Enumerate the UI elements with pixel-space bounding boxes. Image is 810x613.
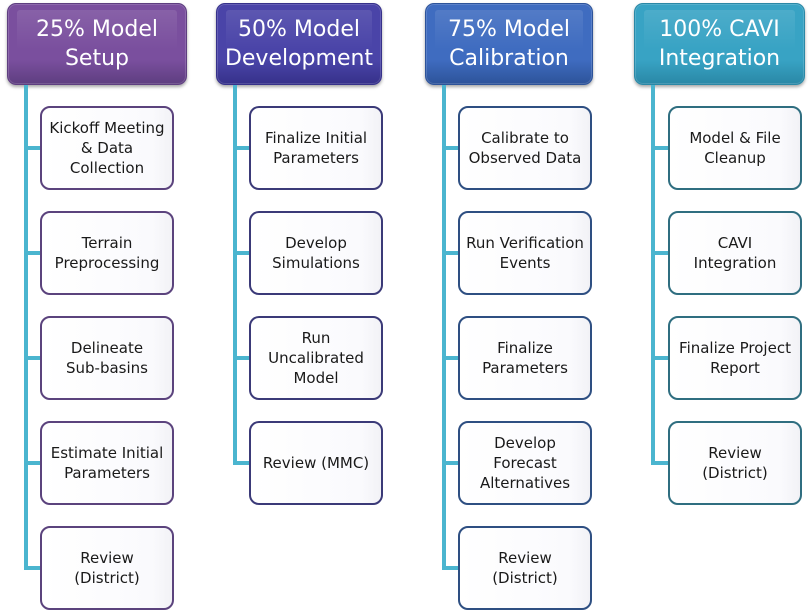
task-box: Develop Simulations — [249, 211, 383, 295]
task-box: Estimate Initial Parameters — [40, 421, 174, 505]
task-box: Model & File Cleanup — [668, 106, 802, 190]
connector-trunk — [651, 85, 655, 465]
connector-branch — [651, 251, 668, 255]
task-box: Run Uncalibrated Model — [249, 316, 383, 400]
task-box: Review (District) — [458, 526, 592, 610]
connector-branch — [24, 146, 40, 150]
task-box: CAVI Integration — [668, 211, 802, 295]
task-box: Run Verification Events — [458, 211, 592, 295]
phase-header: 25% Model Setup — [7, 3, 187, 85]
connector-branch — [24, 356, 40, 360]
task-box: Finalize Project Report — [668, 316, 802, 400]
connector-branch — [24, 566, 40, 570]
task-box: Review (District) — [668, 421, 802, 505]
task-box: Develop Forecast Alternatives — [458, 421, 592, 505]
connector-branch — [442, 251, 458, 255]
task-box: Calibrate to Observed Data — [458, 106, 592, 190]
phase-header: 50% Model Development — [216, 3, 382, 85]
connector-branch — [442, 461, 458, 465]
connector-branch — [651, 461, 668, 465]
phase-header: 100% CAVI Integration — [634, 3, 805, 85]
task-box: Finalize Initial Parameters — [249, 106, 383, 190]
connector-branch — [442, 566, 458, 570]
connector-trunk — [442, 85, 446, 570]
connector-branch — [233, 461, 249, 465]
task-box: Terrain Preprocessing — [40, 211, 174, 295]
task-box: Review (MMC) — [249, 421, 383, 505]
connector-branch — [651, 146, 668, 150]
connector-branch — [442, 356, 458, 360]
connector-branch — [233, 356, 249, 360]
phase-header: 75% Model Calibration — [425, 3, 593, 85]
connector-branch — [233, 251, 249, 255]
connector-trunk — [233, 85, 237, 465]
connector-branch — [651, 356, 668, 360]
connector-branch — [24, 251, 40, 255]
task-box: Kickoff Meeting & Data Collection — [40, 106, 174, 190]
task-box: Delineate Sub-basins — [40, 316, 174, 400]
task-box: Review (District) — [40, 526, 174, 610]
connector-branch — [24, 461, 40, 465]
connector-branch — [442, 146, 458, 150]
connector-trunk — [24, 85, 28, 570]
task-box: Finalize Parameters — [458, 316, 592, 400]
connector-branch — [233, 146, 249, 150]
